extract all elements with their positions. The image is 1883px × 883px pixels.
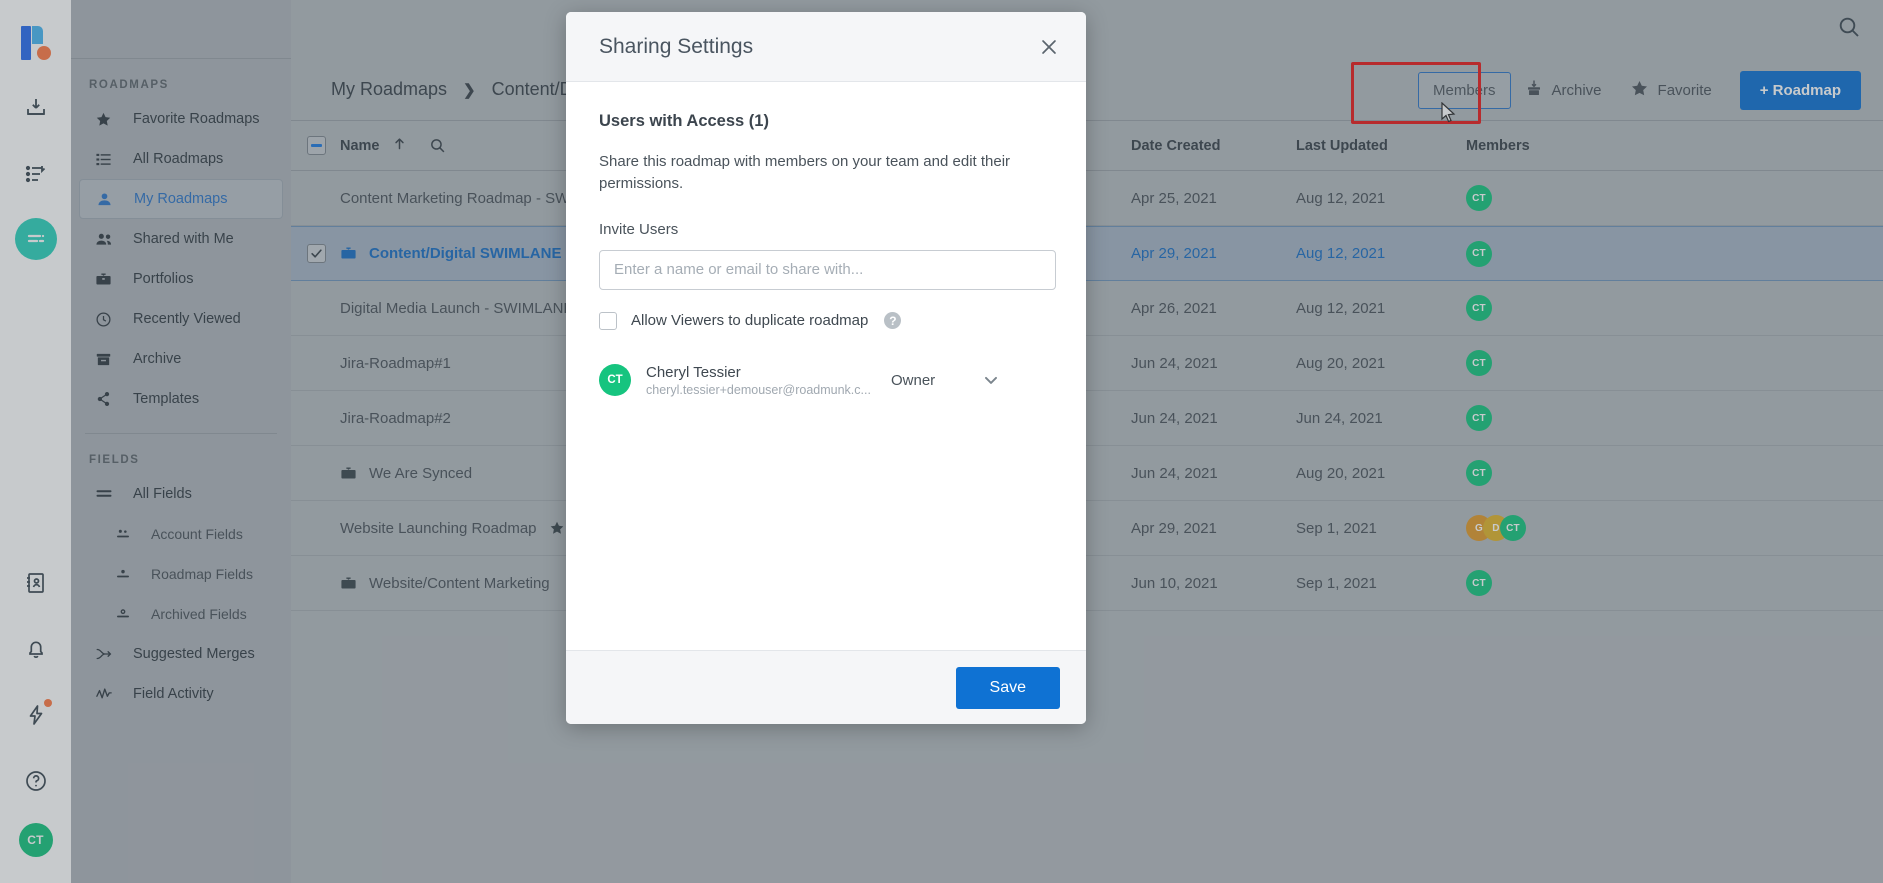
- access-user-row: CT Cheryl Tessier cheryl.tessier+demouse…: [599, 364, 1053, 397]
- modal-body: Users with Access (1) Share this roadmap…: [566, 82, 1086, 650]
- user-role-value: Owner: [891, 371, 936, 389]
- users-with-access-heading: Users with Access (1): [599, 112, 769, 130]
- allow-duplicate-checkbox[interactable]: [599, 311, 617, 330]
- modal-footer: Save: [566, 650, 1086, 724]
- invite-users-input[interactable]: [599, 249, 1056, 290]
- allow-duplicate-label: Allow Viewers to duplicate roadmap: [631, 312, 869, 329]
- user-email: cheryl.tessier+demouser@roadmunk.c...: [646, 382, 871, 397]
- modal-title: Sharing Settings: [599, 34, 754, 58]
- modal-header: Sharing Settings: [566, 12, 1086, 82]
- avatar: CT: [599, 364, 631, 396]
- chevron-down-icon[interactable]: [981, 370, 1001, 390]
- invite-users-label: Invite Users: [599, 220, 679, 238]
- modal-description: Share this roadmap with members on your …: [599, 153, 1011, 192]
- save-button[interactable]: Save: [955, 666, 1060, 709]
- close-icon[interactable]: [1038, 36, 1060, 58]
- app-root: CT ROADMAPS Favorite Roadmaps All Roadma…: [0, 0, 1883, 883]
- user-name: Cheryl Tessier: [646, 363, 741, 381]
- sharing-settings-modal: Sharing Settings Users with Access (1) S…: [566, 12, 1086, 724]
- user-meta: Cheryl Tessier cheryl.tessier+demouser@r…: [646, 364, 891, 397]
- allow-duplicate-row: Allow Viewers to duplicate roadmap ?: [599, 311, 1053, 330]
- help-icon[interactable]: ?: [884, 312, 902, 329]
